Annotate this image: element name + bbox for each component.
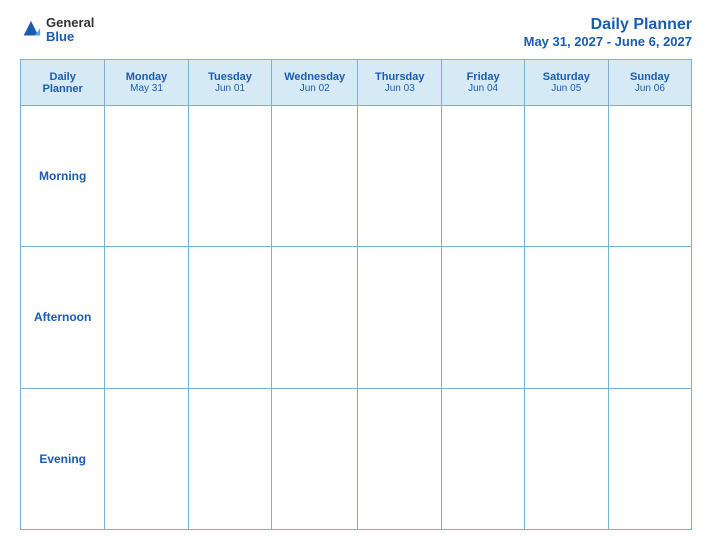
page-header: General Blue Daily Planner May 31, 2027 … <box>20 16 692 49</box>
header-title: Daily Planner May 31, 2027 - June 6, 202… <box>524 16 692 49</box>
table-header-row: Daily Planner Monday May 31 Tuesday Jun … <box>21 60 692 106</box>
col-header-thursday: Thursday Jun 03 <box>358 60 442 106</box>
cell-evening-wednesday[interactable] <box>272 388 358 529</box>
col-header-saturday: Saturday Jun 05 <box>524 60 608 106</box>
cell-afternoon-wednesday[interactable] <box>272 247 358 388</box>
col-header-wednesday: Wednesday Jun 02 <box>272 60 358 106</box>
row-morning: Morning <box>21 106 692 247</box>
cell-evening-friday[interactable] <box>442 388 524 529</box>
cell-morning-thursday[interactable] <box>358 106 442 247</box>
col-header-monday: Monday May 31 <box>105 60 188 106</box>
cell-afternoon-thursday[interactable] <box>358 247 442 388</box>
col-header-label: Daily Planner <box>21 60 105 106</box>
cell-evening-saturday[interactable] <box>524 388 608 529</box>
planner-subtitle: May 31, 2027 - June 6, 2027 <box>524 34 692 49</box>
planner-table: Daily Planner Monday May 31 Tuesday Jun … <box>20 59 692 530</box>
col-header-tuesday: Tuesday Jun 01 <box>188 60 272 106</box>
cell-evening-sunday[interactable] <box>608 388 691 529</box>
row-label-evening: Evening <box>21 388 105 529</box>
cell-afternoon-monday[interactable] <box>105 247 188 388</box>
cell-afternoon-friday[interactable] <box>442 247 524 388</box>
cell-afternoon-tuesday[interactable] <box>188 247 272 388</box>
cell-morning-tuesday[interactable] <box>188 106 272 247</box>
row-afternoon: Afternoon <box>21 247 692 388</box>
planner-title: Daily Planner <box>524 16 692 34</box>
logo-general: General <box>46 16 94 30</box>
cell-afternoon-sunday[interactable] <box>608 247 691 388</box>
cell-morning-friday[interactable] <box>442 106 524 247</box>
cell-morning-monday[interactable] <box>105 106 188 247</box>
row-label-morning: Morning <box>21 106 105 247</box>
row-label-afternoon: Afternoon <box>21 247 105 388</box>
logo: General Blue <box>20 16 94 45</box>
col-header-friday: Friday Jun 04 <box>442 60 524 106</box>
cell-morning-wednesday[interactable] <box>272 106 358 247</box>
cell-morning-sunday[interactable] <box>608 106 691 247</box>
cell-evening-monday[interactable] <box>105 388 188 529</box>
logo-text: General Blue <box>46 16 94 45</box>
col-header-sunday: Sunday Jun 06 <box>608 60 691 106</box>
logo-blue: Blue <box>46 30 94 44</box>
cell-morning-saturday[interactable] <box>524 106 608 247</box>
cell-afternoon-saturday[interactable] <box>524 247 608 388</box>
cell-evening-thursday[interactable] <box>358 388 442 529</box>
row-evening: Evening <box>21 388 692 529</box>
cell-evening-tuesday[interactable] <box>188 388 272 529</box>
logo-icon <box>20 19 42 41</box>
